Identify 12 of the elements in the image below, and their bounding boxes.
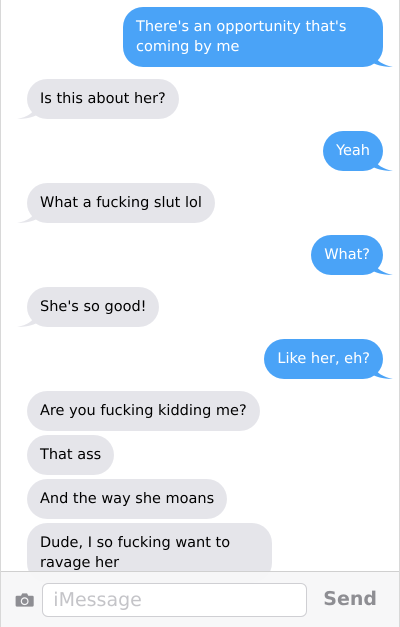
- message-input[interactable]: iMessage: [42, 582, 308, 616]
- message-bubble: Are you fucking kidding me?: [27, 391, 260, 431]
- message-bubble: She's so good!: [27, 287, 160, 327]
- send-button[interactable]: Send: [315, 585, 385, 614]
- message-bubble: Yeah: [323, 131, 383, 171]
- message-bubble: Is this about her?: [27, 79, 179, 119]
- message-bubble: What?: [311, 235, 383, 275]
- message-bubble: And the way she moans: [27, 479, 228, 519]
- message-bubble: Like her, eh?: [264, 339, 383, 379]
- message-bubble: There's an opportunity that's coming by me: [123, 7, 383, 67]
- message-bubble: That ass: [27, 435, 114, 475]
- message-bubble: What a fucking slut lol: [27, 183, 215, 223]
